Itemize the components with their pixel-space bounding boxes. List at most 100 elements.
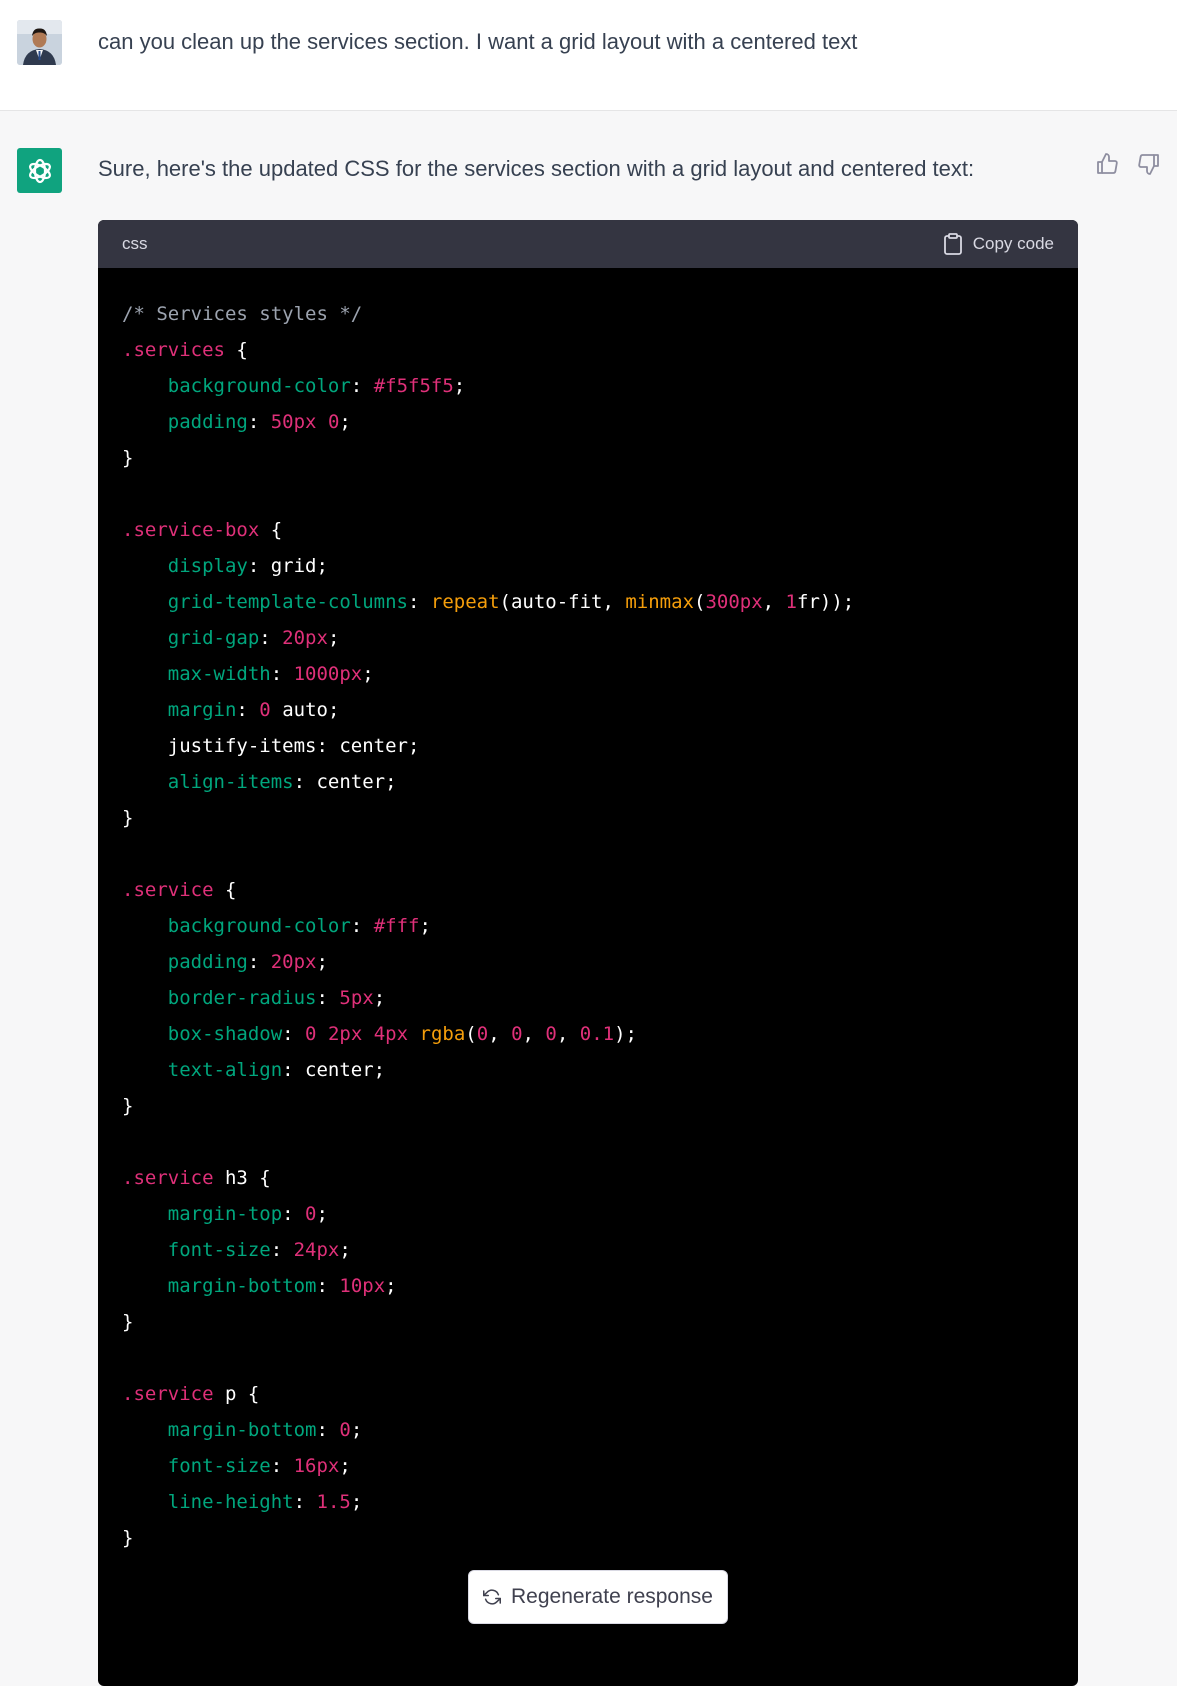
code-token: : [259, 627, 283, 649]
code-language-label: css [122, 234, 148, 253]
code-token: { [259, 519, 283, 541]
code-token: ; [316, 1203, 328, 1225]
code-token: ; [339, 1239, 351, 1261]
code-token: 1 [785, 591, 797, 613]
code-token: .services [122, 339, 225, 361]
code-line: text-align: center; [122, 1052, 1078, 1088]
code-token: grid-gap [167, 627, 260, 649]
code-token: : [293, 1491, 317, 1513]
code-token: : [407, 591, 431, 613]
code-line: .service p { [122, 1376, 1078, 1412]
code-token: ; [453, 375, 466, 397]
regenerate-response-button[interactable]: Regenerate response [468, 1570, 728, 1624]
code-token: line-height [167, 1491, 294, 1513]
code-line: /* Services styles */ [122, 296, 1078, 332]
code-token: margin-bottom [167, 1419, 317, 1441]
code-line: justify-items: center; [122, 728, 1078, 764]
code-line: padding: 50px 0; [122, 404, 1078, 440]
code-token: minmax [625, 591, 694, 613]
code-line: } [122, 440, 1078, 476]
code-token: 0 [545, 1023, 557, 1045]
code-token: rgba [419, 1023, 466, 1045]
code-token: ; [350, 1419, 363, 1441]
user-avatar [17, 20, 62, 65]
code-token: background-color [167, 915, 351, 937]
code-token: box-shadow [167, 1023, 283, 1045]
code-token: : [247, 951, 271, 973]
code-token: .service [122, 1383, 214, 1405]
code-token: 0.1 [579, 1023, 615, 1045]
thumbs-down-icon[interactable] [1136, 151, 1162, 177]
code-line: align-items: center; [122, 764, 1078, 800]
code-line: box-shadow: 0 2px 4px rgba(0, 0, 0, 0.1)… [122, 1016, 1078, 1052]
code-token: } [122, 447, 134, 469]
copy-code-button[interactable]: Copy code [943, 233, 1054, 255]
code-line: background-color: #f5f5f5; [122, 368, 1078, 404]
code-token: (auto-fit, [499, 591, 626, 613]
code-token: 0 [511, 1023, 523, 1045]
code-token: .service [122, 1167, 214, 1189]
code-token: : grid; [247, 555, 328, 577]
code-token: align-items [167, 771, 294, 793]
code-token: , [488, 1023, 512, 1045]
code-token: 4px [373, 1023, 409, 1045]
code-token: : [282, 1023, 306, 1045]
code-token: 24px [293, 1239, 340, 1261]
code-token: { [213, 879, 237, 901]
code-token: .service-box [122, 519, 260, 541]
code-token: 0 [259, 699, 271, 721]
code-line: line-height: 1.5; [122, 1484, 1078, 1520]
code-line: font-size: 24px; [122, 1232, 1078, 1268]
code-token: ( [694, 591, 706, 613]
code-token: } [122, 1095, 134, 1117]
code-line: grid-gap: 20px; [122, 620, 1078, 656]
code-token: : [247, 411, 271, 433]
code-token: grid-template-columns [167, 591, 408, 613]
code-line: margin-bottom: 0; [122, 1412, 1078, 1448]
code-token: 0 [327, 411, 340, 433]
code-line: } [122, 800, 1078, 836]
code-token: : [270, 663, 294, 685]
code-token: ; [316, 951, 328, 973]
code-token: max-width [167, 663, 271, 685]
code-line: .service h3 { [122, 1160, 1078, 1196]
code-token: padding [167, 411, 248, 433]
code-token: } [122, 1311, 134, 1333]
code-token: display [167, 555, 248, 577]
code-line: font-size: 16px; [122, 1448, 1078, 1484]
clipboard-icon [943, 233, 962, 255]
code-token: 5px [339, 987, 374, 1009]
code-line: display: grid; [122, 548, 1078, 584]
code-line: grid-template-columns: repeat(auto-fit, … [122, 584, 1078, 620]
code-line: } [122, 1088, 1078, 1124]
code-token: ; [419, 915, 431, 937]
assistant-message-row: Sure, here's the updated CSS for the ser… [0, 111, 1177, 1686]
code-token: margin-bottom [167, 1275, 317, 1297]
regenerate-response-label: Regenerate response [511, 1585, 713, 1608]
code-token: 10px [339, 1275, 386, 1297]
code-line: margin: 0 auto; [122, 692, 1078, 728]
code-token: ; [385, 1275, 397, 1297]
code-token: , [522, 1023, 546, 1045]
code-token: ; [373, 987, 386, 1009]
thumbs-up-icon[interactable] [1094, 151, 1120, 177]
code-token: /* Services styles */ [122, 303, 363, 325]
code-token: h3 { [213, 1167, 271, 1189]
code-block-header: css Copy code [98, 220, 1078, 268]
code-token: ; [339, 411, 351, 433]
code-token: : [316, 1275, 340, 1297]
